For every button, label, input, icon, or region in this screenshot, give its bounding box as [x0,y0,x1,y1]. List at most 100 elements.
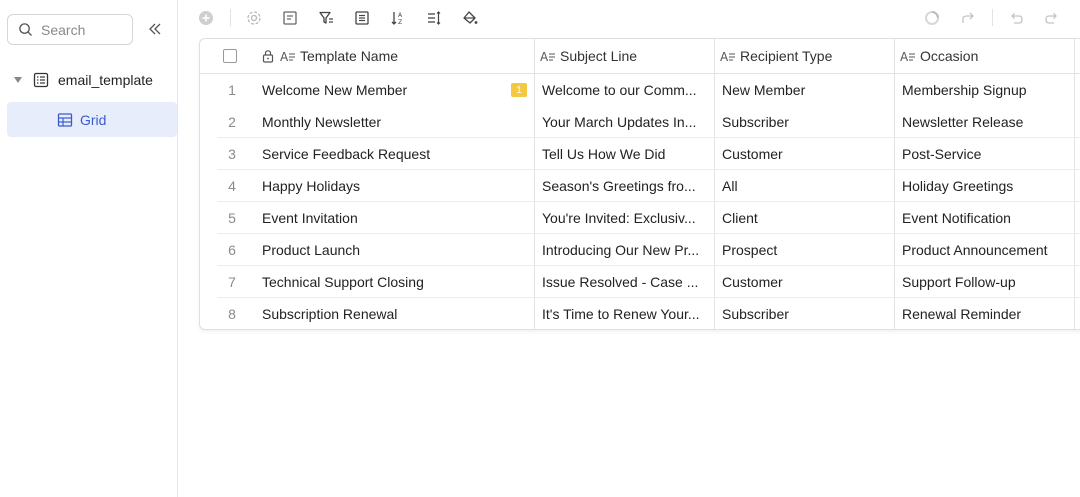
cell-subject-line[interactable]: Introducing Our New Pr... [542,234,708,266]
row-number: 5 [228,210,236,226]
share-button[interactable] [959,9,977,27]
filter-button[interactable] [317,9,335,27]
table-row[interactable]: 3 Service Feedback Request Tell Us How W… [200,138,1080,170]
svg-text:A: A [280,50,289,63]
cell-occasion[interactable]: Support Follow-up [902,266,1068,298]
column-header-template-name[interactable]: A Template Name [262,39,398,73]
search-input[interactable] [41,21,121,38]
tree-item-grid-view[interactable]: Grid [7,102,177,137]
tree-item-label: email_template [58,72,153,88]
grid-header-row: A Template Name A Subject Line A Recipie… [200,39,1080,74]
cell-recipient-type[interactable]: All [722,170,888,202]
sort-button[interactable]: AZ [389,9,407,27]
caret-down-icon[interactable] [13,76,23,84]
view-label: Grid [80,112,107,128]
sidebar: email_template Grid [0,0,178,497]
cell-occasion[interactable]: Holiday Greetings [902,170,1068,202]
cell-text: Welcome New Member [262,82,408,98]
select-all-checkbox[interactable] [223,49,237,63]
add-record-button[interactable] [197,9,215,27]
text-field-icon: A [720,50,735,63]
list-icon [355,11,369,25]
form-icon [283,11,297,25]
row-height-icon [428,11,441,25]
toolbar: AZ [178,0,1080,36]
table-row[interactable]: 1 Welcome New Member 1 Welcome to our Com… [200,74,1080,106]
row-number: 2 [228,114,236,130]
row-number: 6 [228,242,236,258]
comment-count-badge[interactable]: 1 [511,83,527,97]
toolbar-divider [992,9,993,26]
cell-template-name[interactable]: Event Invitation [262,202,534,234]
cell-text: You're Invited: Exclusiv... [542,210,696,226]
cell-subject-line[interactable]: Welcome to our Comm... [542,74,708,106]
row-number: 3 [228,146,236,162]
tree-item-email-template[interactable]: email_template [0,66,177,94]
column-header-label: Template Name [300,48,399,64]
cell-subject-line[interactable]: Your March Updates In... [542,106,708,138]
cell-occasion[interactable]: Post-Service [902,138,1068,170]
redo-button[interactable] [1043,9,1061,27]
cell-template-name[interactable]: Service Feedback Request [262,138,534,170]
cell-subject-line[interactable]: You're Invited: Exclusiv... [542,202,708,234]
cell-recipient-type[interactable]: Subscriber [722,106,888,138]
column-header-subject-line[interactable]: A Subject Line [540,39,637,73]
table-row[interactable]: 6 Product Launch Introducing Our New Pr.… [200,234,1080,266]
collapse-sidebar-button[interactable] [146,20,164,38]
cell-template-name[interactable]: Subscription Renewal [262,298,534,329]
cell-recipient-type[interactable]: Customer [722,266,888,298]
field-settings-button[interactable] [245,9,263,27]
cell-text: Introducing Our New Pr... [542,242,700,258]
cell-occasion[interactable]: Event Notification [902,202,1068,234]
table-row[interactable]: 7 Technical Support Closing Issue Resolv… [200,266,1080,298]
cell-recipient-type[interactable]: New Member [722,74,888,106]
column-header-occasion[interactable]: A Occasion [900,39,978,73]
cell-recipient-type[interactable]: Client [722,202,888,234]
grid-view-icon [57,113,73,127]
table-row[interactable]: 2 Monthly Newsletter Your March Updates … [200,106,1080,138]
row-number: 4 [228,178,236,194]
column-header-label: Subject Line [560,48,638,64]
sort-az-icon: AZ [391,12,403,26]
cell-template-name[interactable]: Product Launch [262,234,534,266]
double-chevron-left-icon [149,23,161,35]
sync-status-indicator [923,9,941,27]
cell-occasion[interactable]: Product Announcement [902,234,1068,266]
redo-arrow-icon [962,12,974,23]
cell-subject-line[interactable]: Tell Us How We Did [542,138,708,170]
cell-template-name[interactable]: Technical Support Closing [262,266,534,298]
cell-occasion[interactable]: Newsletter Release [902,106,1068,138]
cell-text: Season's Greetings fro... [542,178,696,194]
cell-template-name[interactable]: Happy Holidays [262,170,534,202]
fill-color-button[interactable] [461,9,479,27]
row-height-button[interactable] [425,9,443,27]
cell-recipient-type[interactable]: Customer [722,138,888,170]
svg-text:Z: Z [398,19,402,26]
svg-text:A: A [540,50,549,63]
cell-template-name[interactable]: Welcome New Member 1 [262,74,534,106]
form-view-button[interactable] [281,9,299,27]
column-header-label: Recipient Type [740,48,833,64]
column-header-recipient-type[interactable]: A Recipient Type [720,39,832,73]
cell-subject-line[interactable]: Issue Resolved - Case ... [542,266,708,298]
cell-subject-line[interactable]: It's Time to Renew Your... [542,298,708,329]
cell-recipient-type[interactable]: Prospect [722,234,888,266]
toolbar-divider [230,9,231,26]
cell-subject-line[interactable]: Season's Greetings fro... [542,170,708,202]
undo-button[interactable] [1007,9,1025,27]
search-icon [19,23,32,36]
search-box[interactable] [7,14,133,45]
cell-recipient-type[interactable]: Subscriber [722,298,888,329]
table-row[interactable]: 8 Subscription Renewal It's Time to Rene… [200,298,1080,329]
row-number: 7 [228,274,236,290]
svg-text:A: A [900,50,909,63]
table-row[interactable]: 5 Event Invitation You're Invited: Exclu… [200,202,1080,234]
group-button[interactable] [353,9,371,27]
cell-template-name[interactable]: Monthly Newsletter [262,106,534,138]
cell-occasion[interactable]: Renewal Reminder [902,298,1068,329]
fill-color-icon [463,11,478,24]
table-row[interactable]: 4 Happy Holidays Season's Greetings fro.… [200,170,1080,202]
row-number: 8 [228,306,236,322]
cell-occasion[interactable]: Membership Signup [902,74,1068,106]
cell-text: It's Time to Renew Your... [542,306,700,322]
